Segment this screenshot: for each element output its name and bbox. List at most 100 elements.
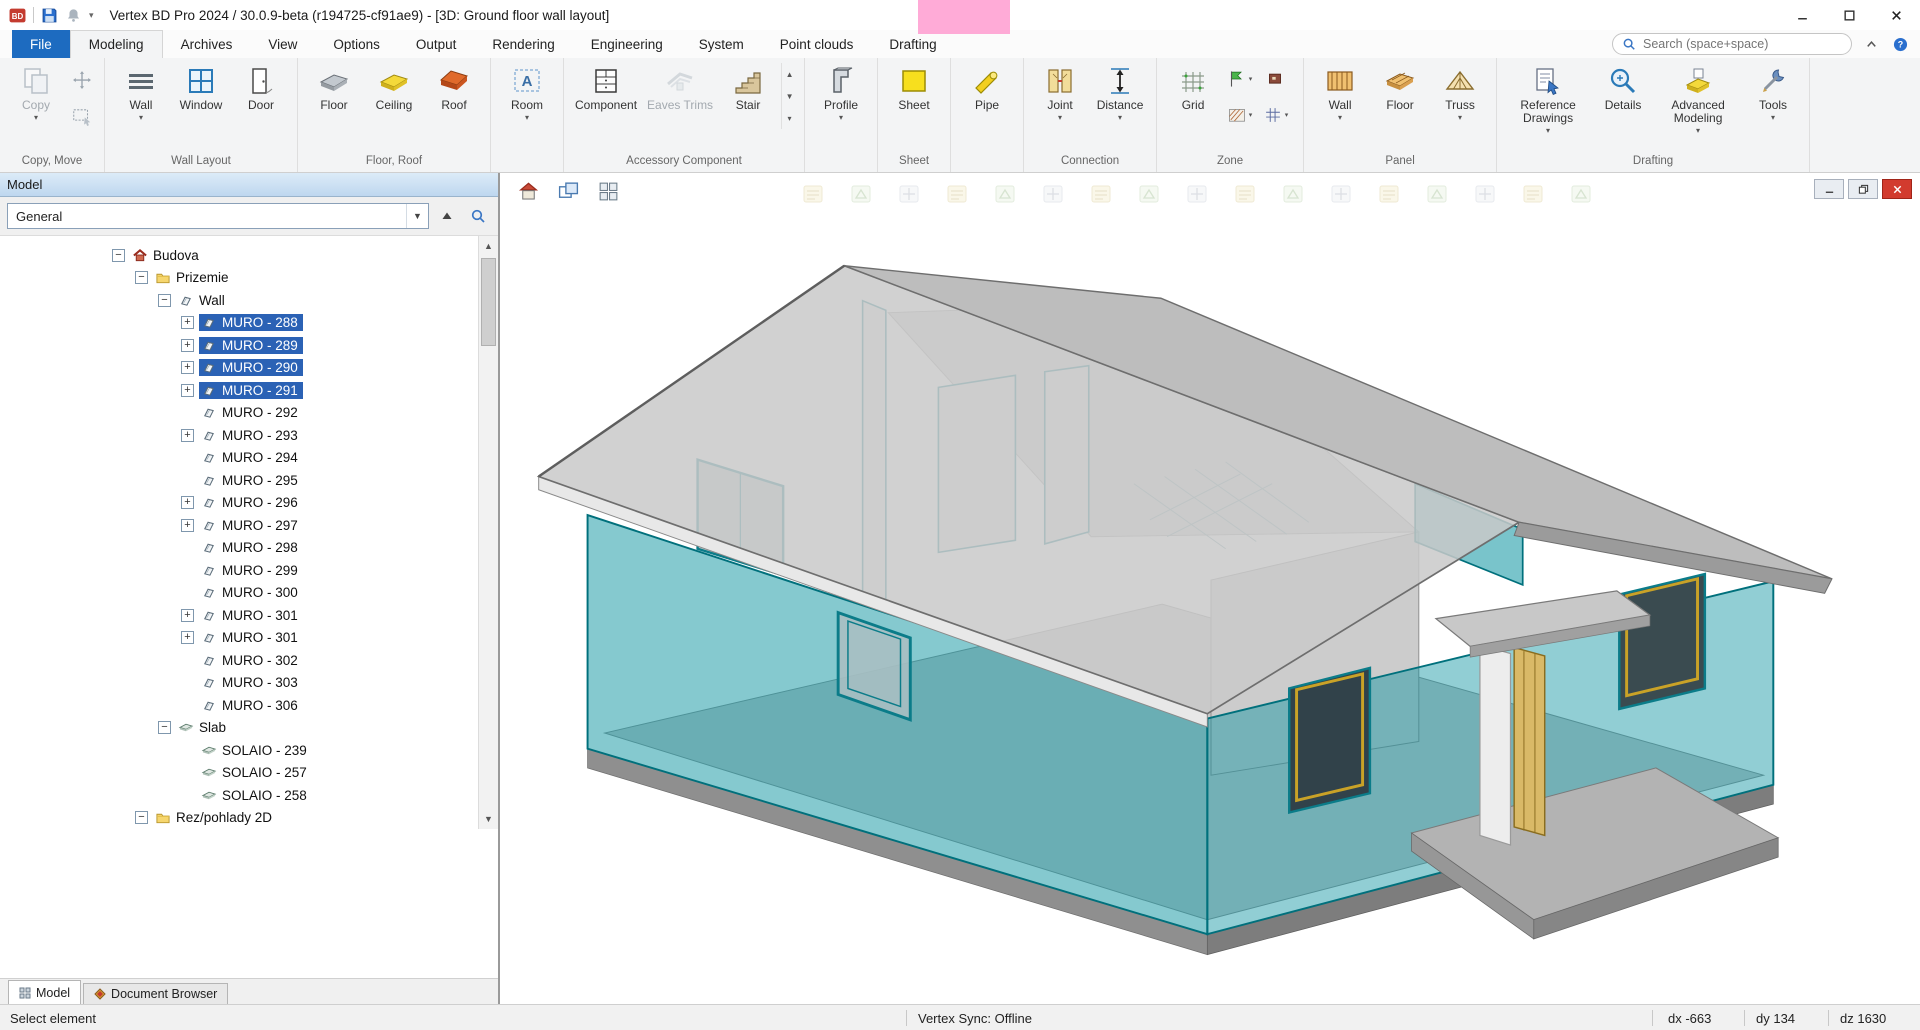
tree-item-content[interactable]: SOLAIO - 239 <box>199 742 312 759</box>
cascade-windows-button[interactable] <box>554 178 582 204</box>
tree-item-muro-301[interactable]: +MURO - 301 <box>0 627 478 650</box>
scroll-down-arrow-icon[interactable]: ▼ <box>479 809 498 829</box>
profile-button[interactable]: Profile▾ <box>812 63 870 123</box>
window-button[interactable]: Window <box>172 63 230 114</box>
tree-item-content[interactable]: MURO - 291 <box>199 382 303 399</box>
tree-item-content[interactable]: MURO - 289 <box>199 337 303 354</box>
eaves-trims-button[interactable]: Eaves Trims <box>643 63 717 114</box>
minigrid-button[interactable]: ▾ <box>1260 101 1290 129</box>
help-button[interactable]: ? <box>1890 34 1910 54</box>
tree-item-prizemie[interactable]: −Prizemie <box>0 267 478 290</box>
tree-item-content[interactable]: MURO - 297 <box>199 517 303 534</box>
expand-icon[interactable]: + <box>181 519 194 532</box>
tree-item-muro-306[interactable]: MURO - 306 <box>0 694 478 717</box>
tree-item-content[interactable]: MURO - 302 <box>199 652 303 669</box>
tree-item-solaio-258[interactable]: SOLAIO - 258 <box>0 784 478 807</box>
tree-item-content[interactable]: MURO - 301 <box>199 607 303 624</box>
tree-item-content[interactable]: Budova <box>130 247 204 264</box>
tab-model[interactable]: Model <box>8 980 81 1004</box>
tree-item-muro-293[interactable]: + MURO - 293 <box>0 424 478 447</box>
tree-item-content[interactable]: MURO - 293 <box>199 427 303 444</box>
wall-button[interactable]: Wall▾ <box>112 63 170 123</box>
close-button[interactable] <box>1873 0 1920 30</box>
copy-button[interactable]: Copy▾ <box>7 63 65 123</box>
expand-icon[interactable]: + <box>181 631 194 644</box>
home-view-button[interactable] <box>514 178 542 204</box>
tree-item-muro-299[interactable]: MURO - 299 <box>0 559 478 582</box>
tree-item-muro-303[interactable]: MURO - 303 <box>0 672 478 695</box>
tab-modeling[interactable]: Modeling <box>70 30 163 58</box>
tree-item-muro-288[interactable]: + MURO - 288 <box>0 312 478 335</box>
expand-icon[interactable]: + <box>181 429 194 442</box>
joint-button[interactable]: Joint▾ <box>1031 63 1089 123</box>
viewport-restore-button[interactable] <box>1848 179 1878 199</box>
tree-item-budova[interactable]: −Budova <box>0 244 478 267</box>
door-button[interactable]: Door <box>232 63 290 114</box>
tab-point-clouds[interactable]: Point clouds <box>762 30 872 58</box>
tools-button[interactable]: Tools▾ <box>1744 63 1802 123</box>
tree-item-muro-301[interactable]: + MURO - 301 <box>0 604 478 627</box>
tree-item-wall[interactable]: −Wall <box>0 289 478 312</box>
tab-system[interactable]: System <box>681 30 762 58</box>
floor-button[interactable]: Floor <box>305 63 363 114</box>
search-input[interactable] <box>1643 37 1842 51</box>
move-button[interactable] <box>67 66 97 94</box>
expand-icon[interactable]: + <box>181 361 194 374</box>
gallery-scroll-down-button[interactable]: ▼ <box>782 85 797 107</box>
tree-item-muro-302[interactable]: MURO - 302 <box>0 649 478 672</box>
reference-drawings-button[interactable]: Reference Drawings▾ <box>1504 63 1592 136</box>
component-button[interactable]: Component <box>571 63 641 114</box>
zone-flag-button[interactable]: ▾ <box>1224 65 1254 93</box>
tree-item-solaio-239[interactable]: SOLAIO - 239 <box>0 739 478 762</box>
tree-item-slab[interactable]: −Slab <box>0 717 478 740</box>
grid-view-button[interactable] <box>594 178 622 204</box>
maximize-button[interactable] <box>1826 0 1873 30</box>
tab-file[interactable]: File <box>12 30 70 58</box>
gallery-scroll-up-button[interactable]: ▲ <box>782 63 797 85</box>
collapse-ribbon-button[interactable] <box>1861 34 1881 54</box>
ceiling-button[interactable]: Ceiling <box>365 63 423 114</box>
tab-drafting[interactable]: Drafting <box>871 30 954 58</box>
minimize-button[interactable] <box>1779 0 1826 30</box>
tab-rendering[interactable]: Rendering <box>474 30 572 58</box>
tree-item-content[interactable]: MURO - 295 <box>199 472 303 489</box>
tree-item-muro-290[interactable]: +MURO - 290 <box>0 357 478 380</box>
tree-item-muro-295[interactable]: MURO - 295 <box>0 469 478 492</box>
tree-item-content[interactable]: Rez/pohlady 2D <box>153 809 277 826</box>
tree-item-muro-291[interactable]: +MURO - 291 <box>0 379 478 402</box>
hatch-button[interactable]: ▾ <box>1224 101 1254 129</box>
tree-item-muro-294[interactable]: MURO - 294 <box>0 447 478 470</box>
pipe-button[interactable]: Pipe <box>958 63 1016 114</box>
tree-item-content[interactable]: MURO - 298 <box>199 539 303 556</box>
collapse-icon[interactable]: − <box>158 294 171 307</box>
expand-icon[interactable]: + <box>181 609 194 622</box>
tree-item-muro-292[interactable]: MURO - 292 <box>0 402 478 425</box>
stair-button[interactable]: Stair <box>719 63 777 114</box>
collapse-icon[interactable]: − <box>158 721 171 734</box>
expand-icon[interactable]: + <box>181 339 194 352</box>
house-3d-model[interactable] <box>502 173 1920 1004</box>
tree-item-content[interactable]: MURO - 300 <box>199 584 303 601</box>
marquee-button[interactable] <box>67 102 97 130</box>
viewport-close-button[interactable] <box>1882 179 1912 199</box>
collapse-icon[interactable]: − <box>112 249 125 262</box>
tab-view[interactable]: View <box>250 30 315 58</box>
tree-item-content[interactable]: MURO - 292 <box>199 404 303 421</box>
tree-item-content[interactable]: Slab <box>176 719 231 736</box>
sheet-button[interactable]: Sheet <box>885 63 943 114</box>
tree-item-muro-297[interactable]: + MURO - 297 <box>0 514 478 537</box>
tree-item-content[interactable]: MURO - 303 <box>199 674 303 691</box>
tree-item-muro-298[interactable]: MURO - 298 <box>0 537 478 560</box>
tree-item-content[interactable]: MURO - 296 <box>199 494 303 511</box>
truss-button[interactable]: Truss▾ <box>1431 63 1489 123</box>
tree-item-content[interactable]: SOLAIO - 257 <box>199 764 312 781</box>
tree-item-muro-289[interactable]: + MURO - 289 <box>0 334 478 357</box>
app-icon[interactable]: BD <box>9 7 26 24</box>
quick-access-caret-icon[interactable]: ▾ <box>89 10 94 21</box>
tree-item-content[interactable]: MURO - 288 <box>199 314 303 331</box>
tab-engineering[interactable]: Engineering <box>573 30 681 58</box>
expand-icon[interactable]: + <box>181 496 194 509</box>
tab-archives[interactable]: Archives <box>163 30 251 58</box>
door-leaf[interactable] <box>1514 648 1545 836</box>
expand-icon[interactable]: + <box>181 316 194 329</box>
